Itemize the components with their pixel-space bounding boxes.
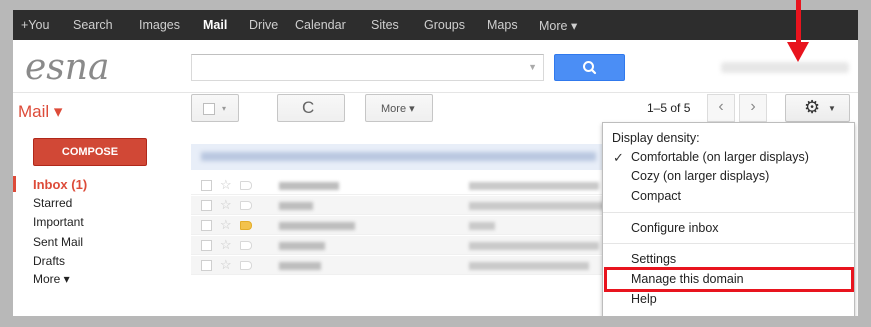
search-input[interactable]: ▼ bbox=[191, 54, 544, 81]
chevron-left-icon: ‹ bbox=[718, 98, 724, 115]
row-checkbox[interactable] bbox=[201, 220, 212, 231]
header-divider bbox=[13, 92, 858, 93]
annotation-arrow-shaft bbox=[796, 0, 801, 44]
nav-calendar[interactable]: Calendar bbox=[295, 18, 346, 32]
nav-mail[interactable]: Mail bbox=[203, 18, 227, 32]
subject-blurred bbox=[469, 202, 607, 210]
inbox-active-marker bbox=[13, 176, 16, 192]
star-icon[interactable]: ☆ bbox=[220, 257, 232, 273]
esna-logo[interactable]: esna bbox=[23, 46, 163, 86]
message-row[interactable]: ☆ bbox=[191, 176, 611, 195]
nav-maps[interactable]: Maps bbox=[487, 18, 518, 32]
nav-images[interactable]: Images bbox=[139, 18, 180, 32]
menu-separator bbox=[603, 212, 854, 213]
sidebar-item-inbox[interactable]: Inbox (1) bbox=[33, 177, 87, 192]
more-actions-label: More ▾ bbox=[381, 103, 415, 115]
sidebar-item-more[interactable]: More ▾ bbox=[33, 272, 70, 286]
sidebar-item-drafts[interactable]: Drafts bbox=[33, 254, 65, 268]
row-checkbox[interactable] bbox=[201, 260, 212, 271]
gear-icon: ⚙ bbox=[804, 97, 821, 117]
star-icon[interactable]: ☆ bbox=[220, 217, 232, 233]
annotation-highlight-box bbox=[604, 267, 854, 292]
display-density-heading: Display density: bbox=[612, 131, 700, 145]
compose-button[interactable]: COMPOSE bbox=[33, 138, 147, 166]
nav-groups[interactable]: Groups bbox=[424, 18, 465, 32]
nav-drive[interactable]: Drive bbox=[249, 18, 278, 32]
menu-item-comfortable[interactable]: Comfortable (on larger displays) bbox=[631, 150, 809, 164]
web-clip-banner[interactable] bbox=[191, 144, 611, 170]
more-actions-button[interactable]: More ▾ bbox=[365, 94, 433, 122]
newer-button[interactable]: ‹ bbox=[707, 94, 735, 122]
nav-more[interactable]: More ▾ bbox=[539, 18, 577, 33]
importance-marker-icon[interactable] bbox=[240, 201, 252, 210]
sidebar-item-important[interactable]: Important bbox=[33, 215, 84, 229]
checkmark-icon: ✓ bbox=[613, 150, 624, 165]
importance-marker-icon[interactable] bbox=[240, 221, 252, 230]
mail-switcher[interactable]: Mail ▾ bbox=[18, 102, 62, 122]
gmail-window: +You Search Images Mail Drive Calendar S… bbox=[13, 10, 858, 316]
subject-blurred bbox=[469, 242, 599, 250]
star-icon[interactable]: ☆ bbox=[220, 177, 232, 193]
menu-item-compact[interactable]: Compact bbox=[631, 189, 681, 203]
subject-blurred bbox=[469, 182, 599, 190]
nav-sites[interactable]: Sites bbox=[371, 18, 399, 32]
logo-text: esna bbox=[25, 47, 109, 86]
menu-separator bbox=[603, 243, 854, 244]
menu-item-cozy[interactable]: Cozy (on larger displays) bbox=[631, 169, 769, 183]
star-icon[interactable]: ☆ bbox=[220, 237, 232, 253]
chevron-down-icon: ▼ bbox=[828, 104, 836, 113]
banner-text-blurred bbox=[201, 152, 596, 161]
account-name-blurred[interactable] bbox=[721, 62, 849, 73]
importance-marker-icon[interactable] bbox=[240, 241, 252, 250]
sender-blurred bbox=[279, 222, 355, 230]
annotation-arrow-icon bbox=[787, 42, 809, 62]
google-bar: +You Search Images Mail Drive Calendar S… bbox=[13, 10, 858, 40]
sender-blurred bbox=[279, 182, 339, 190]
row-checkbox[interactable] bbox=[201, 240, 212, 251]
row-checkbox[interactable] bbox=[201, 180, 212, 191]
select-caret[interactable]: ▾ bbox=[222, 104, 226, 113]
importance-marker-icon[interactable] bbox=[240, 181, 252, 190]
refresh-button[interactable]: C bbox=[277, 94, 345, 122]
menu-item-help[interactable]: Help bbox=[631, 292, 657, 306]
settings-button[interactable]: ⚙ ▼ bbox=[785, 94, 850, 122]
sender-blurred bbox=[279, 262, 321, 270]
sender-blurred bbox=[279, 202, 313, 210]
star-icon[interactable]: ☆ bbox=[220, 197, 232, 213]
search-button[interactable] bbox=[554, 54, 625, 81]
menu-item-settings[interactable]: Settings bbox=[631, 252, 676, 266]
select-all-checkbox[interactable] bbox=[203, 103, 215, 115]
refresh-icon: C bbox=[302, 98, 315, 117]
chevron-right-icon: › bbox=[750, 98, 756, 115]
sidebar-item-sent[interactable]: Sent Mail bbox=[33, 235, 83, 249]
subject-blurred bbox=[469, 262, 589, 270]
subject-blurred bbox=[469, 222, 495, 230]
sender-blurred bbox=[279, 242, 325, 250]
search-icon bbox=[583, 61, 597, 75]
importance-marker-icon[interactable] bbox=[240, 261, 252, 270]
select-button[interactable]: ▾ bbox=[191, 94, 239, 122]
nav-you[interactable]: +You bbox=[21, 18, 49, 32]
search-options-caret[interactable]: ▼ bbox=[528, 62, 537, 72]
pagination-text: 1–5 of 5 bbox=[647, 101, 691, 115]
sidebar-item-starred[interactable]: Starred bbox=[33, 196, 72, 210]
older-button[interactable]: › bbox=[739, 94, 767, 122]
nav-search[interactable]: Search bbox=[73, 18, 113, 32]
message-row[interactable]: ☆ bbox=[191, 196, 611, 215]
message-row[interactable]: ☆ bbox=[191, 216, 611, 235]
row-checkbox[interactable] bbox=[201, 200, 212, 211]
message-row[interactable]: ☆ bbox=[191, 236, 611, 255]
message-row[interactable]: ☆ bbox=[191, 256, 611, 275]
menu-item-configure-inbox[interactable]: Configure inbox bbox=[631, 221, 719, 235]
